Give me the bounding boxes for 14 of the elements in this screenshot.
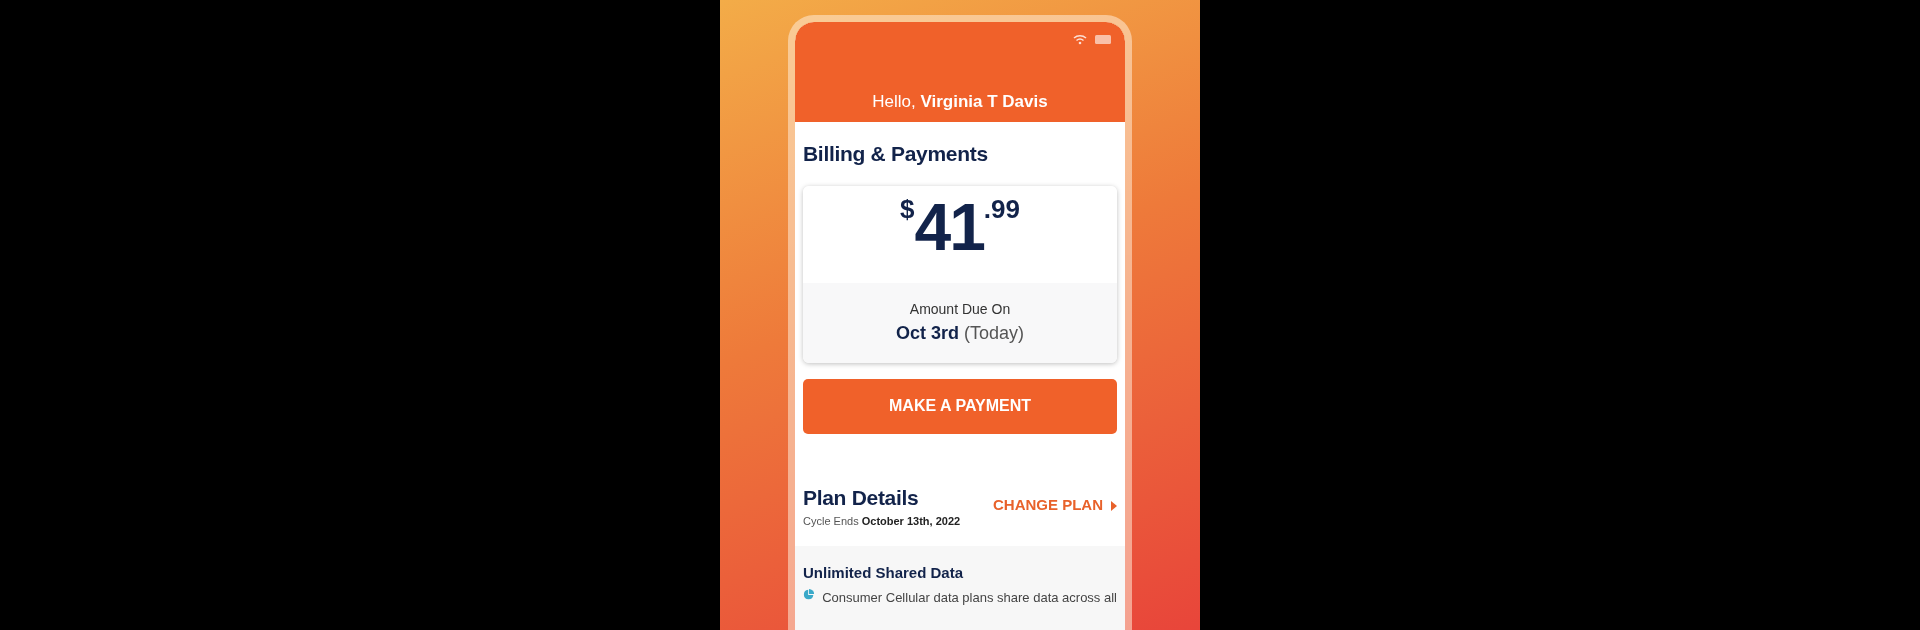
wifi-icon (1073, 34, 1087, 45)
feature-title: Unlimited Shared Data (803, 562, 965, 583)
greeting-text: Hello, Virginia T Davis (871, 90, 1049, 113)
caret-icon (1111, 500, 1117, 511)
cycle-text: Cycle Ends October 13th, 2022 (803, 514, 961, 529)
due-label: Amount Due On (908, 299, 1012, 319)
section-title: Plan Details (803, 484, 920, 511)
change-plan-link[interactable]: CHANGE PLAN (993, 494, 1117, 517)
section-title: Billing & Payments (803, 141, 989, 167)
feature-description: Consumer Cellular data plans share data across all (822, 589, 1117, 607)
make-payment-button[interactable]: MAKE A PAYMENT (803, 378, 1117, 434)
battery-icon (1095, 35, 1111, 44)
pie-chart-icon (803, 588, 815, 601)
due-date: Oct 3rd (Today) (894, 321, 1026, 345)
